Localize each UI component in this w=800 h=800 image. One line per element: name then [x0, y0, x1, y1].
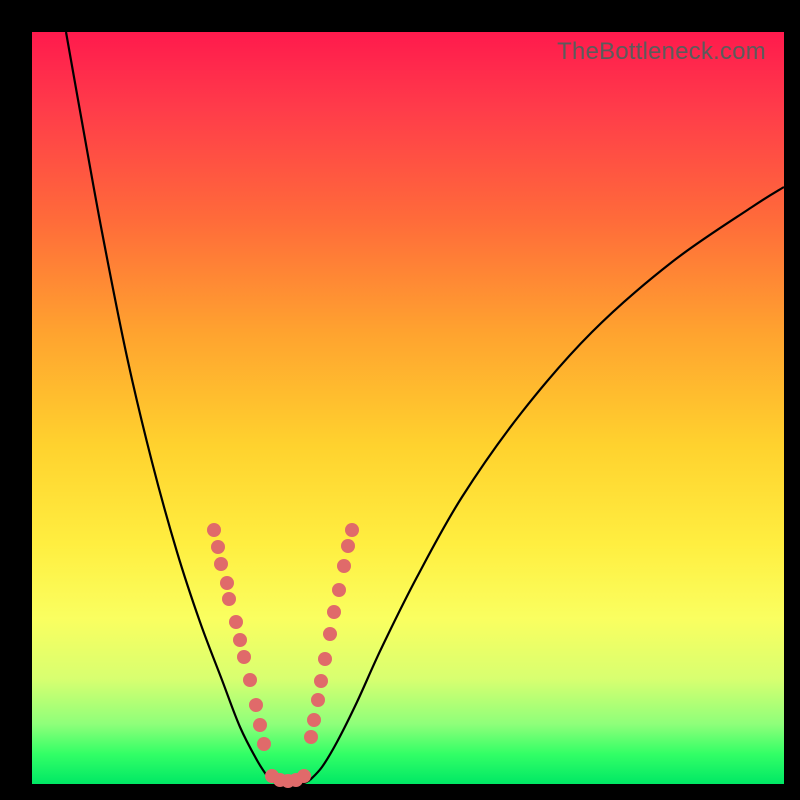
data-dot — [332, 583, 346, 597]
data-dot — [304, 730, 318, 744]
data-dot — [237, 650, 251, 664]
dots-right-group — [304, 523, 359, 744]
chart-svg — [32, 32, 784, 784]
data-dot — [307, 713, 321, 727]
data-dot — [253, 718, 267, 732]
data-dot — [214, 557, 228, 571]
data-dot — [243, 673, 257, 687]
data-dot — [297, 769, 311, 783]
data-dot — [249, 698, 263, 712]
data-dot — [211, 540, 225, 554]
data-dot — [311, 693, 325, 707]
data-dot — [345, 523, 359, 537]
data-dot — [337, 559, 351, 573]
data-dot — [233, 633, 247, 647]
plot-area: TheBottleneck.com — [32, 32, 784, 784]
dots-bottom-group — [265, 769, 311, 788]
chart-frame: TheBottleneck.com — [0, 0, 800, 800]
data-dot — [220, 576, 234, 590]
dots-left-group — [207, 523, 271, 751]
data-dot — [327, 605, 341, 619]
data-dot — [229, 615, 243, 629]
right-branch-line — [310, 187, 784, 780]
left-branch-line — [66, 32, 270, 780]
data-dot — [314, 674, 328, 688]
data-dot — [323, 627, 337, 641]
data-dot — [318, 652, 332, 666]
data-dot — [207, 523, 221, 537]
data-dot — [341, 539, 355, 553]
data-dot — [222, 592, 236, 606]
data-dot — [257, 737, 271, 751]
